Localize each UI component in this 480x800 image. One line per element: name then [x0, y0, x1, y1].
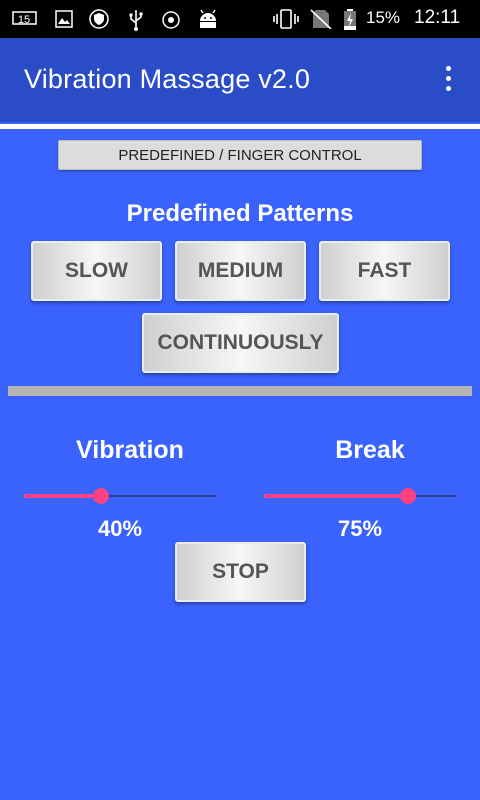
clock: 12:11 [414, 7, 461, 28]
usb-icon [127, 9, 145, 31]
mode-toggle-button[interactable]: PREDEFINED / FINGER CONTROL [58, 140, 422, 170]
slow-button[interactable]: SLOW [31, 241, 162, 301]
break-slider[interactable] [264, 486, 456, 506]
stop-button[interactable]: STOP [175, 542, 306, 602]
image-icon [54, 9, 74, 29]
shield-icon [88, 9, 110, 29]
more-vert-icon[interactable] [436, 66, 460, 96]
no-sim-icon [310, 9, 332, 30]
android-icon [197, 9, 219, 29]
break-slider-thumb[interactable] [400, 488, 416, 504]
medium-button[interactable]: MEDIUM [175, 241, 306, 301]
app-notification-icon [160, 9, 182, 29]
vibrate-icon [272, 9, 300, 29]
vibration-value: 40% [97, 516, 143, 541]
break-value: 75% [337, 516, 383, 541]
break-label: Break [335, 436, 405, 464]
fast-button[interactable]: FAST [319, 241, 450, 301]
app-bar: Vibration Massage v2.0 [0, 38, 480, 122]
patterns-title: Predefined Patterns [126, 200, 354, 227]
app-title: Vibration Massage v2.0 [24, 64, 311, 94]
battery-percent: 15% [366, 8, 401, 27]
section-divider [8, 386, 472, 396]
vibration-slider[interactable] [24, 486, 216, 506]
svg-text:15: 15 [18, 14, 30, 26]
status-bar: 15 15% 12:11 [0, 0, 480, 38]
battery-icon [343, 9, 357, 30]
vibration-slider-thumb[interactable] [93, 488, 109, 504]
vibration-label: Vibration [76, 436, 184, 464]
break-slider-fill [264, 494, 408, 498]
vibration-slider-fill [24, 494, 101, 498]
notification-count-icon: 15 [10, 9, 40, 29]
continuously-button[interactable]: CONTINUOUSLY [142, 313, 339, 373]
header-divider [0, 124, 480, 129]
